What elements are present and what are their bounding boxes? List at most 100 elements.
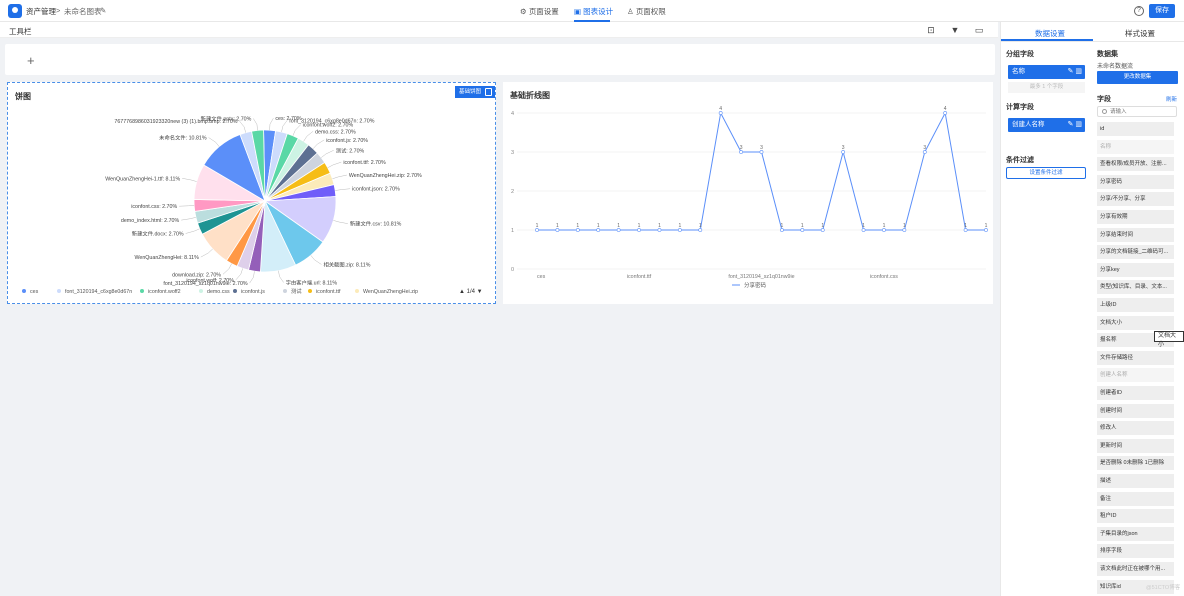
save-button[interactable]: 保存	[1149, 4, 1175, 18]
y-tick-label: 4	[511, 111, 514, 117]
field-item[interactable]: 是否删除 0未删除 1已删除	[1097, 456, 1174, 471]
field-item[interactable]: 排序字段	[1097, 544, 1174, 559]
pie-label-line	[179, 205, 195, 207]
legend-label: iconfont.woff2	[148, 289, 181, 295]
pie-slice-label: 未命名文件: 10.81%	[159, 133, 207, 141]
field-item[interactable]: 描述	[1097, 474, 1174, 488]
watermark: @51CTO博客	[1146, 585, 1181, 591]
legend-marker	[22, 289, 26, 293]
edit-delete-icon[interactable]: ✎ ▥	[1068, 65, 1082, 79]
pie-label-line	[239, 120, 246, 133]
field-item[interactable]: 创建时间	[1097, 403, 1174, 418]
calc-field-pill[interactable]: 创建人名称 ✎ ▥	[1008, 118, 1085, 132]
data-label: 3	[842, 145, 845, 151]
field-item[interactable]: 创建人名称	[1097, 368, 1174, 383]
pie-label-line	[208, 137, 220, 147]
y-tick-label: 3	[511, 150, 514, 156]
tab-style-settings[interactable]: 样式设置	[1125, 28, 1155, 39]
pie-slice-label: iconfont.json: 2.70%	[352, 187, 400, 193]
refresh-link[interactable]: 刷新	[1166, 95, 1177, 103]
field-item[interactable]: 创建者ID	[1097, 386, 1174, 400]
field-item[interactable]: 分享结束时间	[1097, 227, 1174, 242]
group-field-title: 分组字段	[1006, 51, 1034, 58]
data-label: 1	[964, 223, 967, 229]
field-tooltip: 文档大小	[1154, 331, 1184, 348]
pie-slice-label: 新建文件.docx: 2.70%	[132, 229, 184, 237]
field-item[interactable]: 类型(知识库、目录、文本...	[1097, 280, 1174, 295]
tab-data-settings[interactable]: 数据设置	[1035, 28, 1065, 39]
legend-marker	[233, 289, 237, 293]
pie-label-line	[235, 268, 243, 280]
data-label: 1	[883, 223, 886, 229]
field-item[interactable]: 子集目录的json	[1097, 526, 1174, 541]
pie-slice-label: 字由客户端.url: 8.11%	[286, 279, 338, 287]
tab-page-settings[interactable]: ⚙ 页面设置	[520, 6, 559, 17]
add-component-area[interactable]: +	[5, 44, 995, 75]
filter-icon[interactable]: ▼	[950, 25, 960, 35]
field-item[interactable]: 更新时间	[1097, 438, 1174, 453]
filter-settings-button[interactable]: 设置条件过滤	[1006, 167, 1086, 179]
field-item[interactable]: 该文档此时正在被哪个用...	[1097, 562, 1174, 576]
active-tab-indicator	[1001, 39, 1093, 41]
field-item[interactable]: 名称	[1097, 139, 1174, 154]
data-label: 4	[944, 106, 947, 112]
pie-label-line	[332, 174, 347, 180]
field-item[interactable]: 分享密码	[1097, 174, 1174, 189]
tab-chart-design[interactable]: ▣ 图表设计	[574, 6, 613, 17]
field-item[interactable]: 文件存储路径	[1097, 350, 1174, 365]
calc-field-label: 创建人名称	[1012, 121, 1045, 128]
field-item[interactable]: 查看权限/成员开放、注册...	[1097, 157, 1174, 172]
x-tick-label: iconfont.ttf	[627, 274, 652, 280]
field-item[interactable]: 备注	[1097, 491, 1174, 506]
breadcrumb-chart-name: 未命名图表	[64, 7, 102, 16]
edit-delete-icon[interactable]: ✎ ▥	[1068, 118, 1082, 132]
legend-marker	[355, 289, 359, 293]
calc-field-title: 计算字段	[1006, 104, 1034, 111]
field-search-input[interactable]	[1110, 108, 1170, 116]
pie-slice-label: 相关截图.zip: 8.11%	[323, 260, 370, 268]
y-tick-label: 1	[511, 228, 514, 234]
field-item[interactable]: 分享/不分享、分享	[1097, 192, 1174, 207]
line-chart: 0 1 2 3 4 1 1 1 1 1 1 1 1 1 4 3 3 1 1 1 3 1 1 1 3 4 1 1 ces iconfont.…	[511, 106, 988, 289]
data-label: 1	[801, 223, 804, 229]
field-search[interactable]	[1097, 106, 1177, 117]
pie-slice-label: WenQuanZhengHei.zip: 2.70%	[349, 173, 422, 179]
group-field-pill[interactable]: 名称 ✎ ▥	[1008, 65, 1085, 79]
legend-label: iconfont.ttf	[316, 289, 341, 295]
field-item[interactable]: id	[1097, 122, 1174, 136]
field-item[interactable]: 租户ID	[1097, 509, 1174, 524]
pie-label-line	[335, 188, 351, 191]
search-icon	[1102, 109, 1107, 114]
field-item[interactable]: 分享的文档链接_二维码可...	[1097, 245, 1174, 260]
tab-divider	[1001, 41, 1184, 42]
monitor-icon[interactable]: ▭	[974, 25, 984, 35]
field-item[interactable]: 修改人	[1097, 421, 1174, 436]
data-label: 3	[760, 145, 763, 151]
field-item[interactable]: 文档大小	[1097, 315, 1174, 330]
screenshot-icon[interactable]: ⊡	[926, 25, 936, 35]
pie-chart-card[interactable]: 饼图 基础饼图 ces: 2.70% font_3120194_c6xg8e0d6…	[7, 82, 496, 304]
pie-slice-label: 新建文件.csv: 10.81%	[350, 220, 402, 228]
data-label: 1	[985, 223, 988, 229]
data-label: 1	[597, 223, 600, 229]
legend-pager: ▲ 1/4 ▼	[459, 289, 483, 295]
field-item[interactable]: 分享有效期	[1097, 210, 1174, 224]
field-item[interactable]: 分享key	[1097, 262, 1174, 277]
dataset-name: 未命名数据流	[1097, 64, 1134, 70]
pie-slice-label: 新建文件.pptx: 2.70%	[201, 114, 252, 122]
change-dataset-button[interactable]: 更改数据集	[1097, 71, 1178, 84]
y-tick-label: 0	[511, 267, 514, 273]
breadcrumb-app[interactable]: 资产管理	[26, 6, 56, 17]
field-item[interactable]: 上级ID	[1097, 298, 1174, 312]
app-user-icon	[8, 4, 22, 18]
line-chart-card[interactable]: 基础折线图 0 1 2 3 4 1 1 1 1 1 1 1 1 1 4 3 3 1 1 1 3 1 1 1 3 4 1 1 ces ico…	[503, 82, 993, 304]
pie-slice-label: WenQuanZhengHei: 8.11%	[135, 255, 200, 261]
add-icon[interactable]: +	[27, 53, 35, 68]
help-icon[interactable]: ?	[1134, 6, 1144, 16]
tab-page-permission[interactable]: ♙ 页面权限	[627, 6, 666, 17]
x-tick-label: iconfont.css	[870, 274, 898, 280]
pie-label-line	[253, 118, 258, 131]
edit-icon[interactable]: ✎	[100, 6, 106, 15]
x-tick-label: ces	[537, 274, 546, 280]
pie-label-line	[200, 248, 213, 258]
